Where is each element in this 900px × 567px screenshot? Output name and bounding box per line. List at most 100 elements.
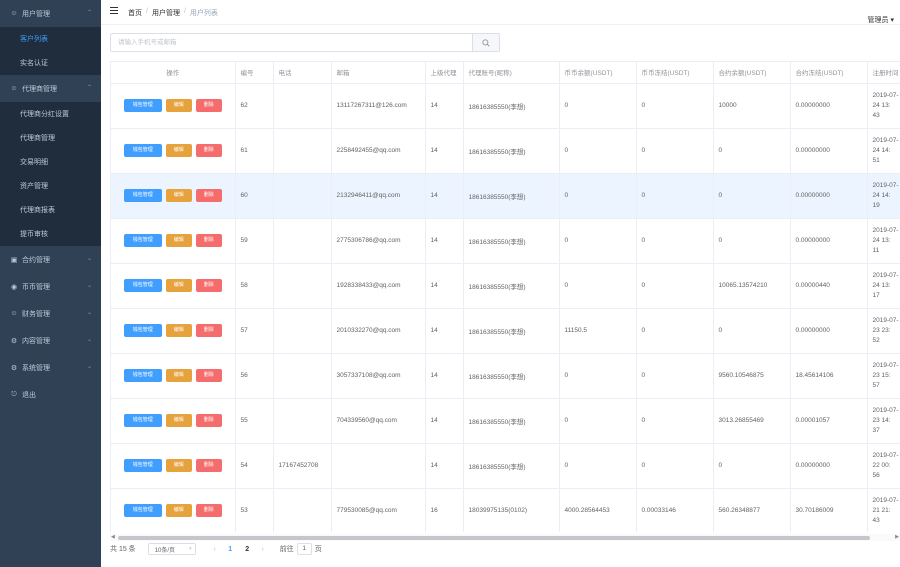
cell-coin-frozen: 0 [636,218,714,264]
scrollbar-thumb[interactable] [118,536,870,540]
sidebar-item-user-management[interactable]: ☺ 用户管理 ⌃ [0,0,101,27]
register-time-line: 56 [872,472,880,479]
wallet-manage-button[interactable]: 钱包管理 [123,324,162,337]
sidebar-item-withdraw-audit[interactable]: 提币审核 [0,222,101,246]
cell-email: 779530085@qq.com [331,488,426,532]
register-time-line: 2019-07- [872,317,899,324]
edit-button[interactable]: 编辑 [165,99,192,112]
wallet-manage-button[interactable]: 钱包管理 [123,414,162,427]
delete-button[interactable]: 删除 [195,279,222,292]
register-time-line: 2019-07- [872,497,899,504]
sidebar-item-trade-detail[interactable]: 交易明细 [0,150,101,174]
sidebar-item-coin-management[interactable]: ◉ 币币管理 ⌄ [0,273,101,300]
edit-button[interactable]: 编辑 [165,189,192,202]
sidebar: ☺ 用户管理 ⌃ 客户列表 实名认证 ☺ 代理商管理 ⌃ 代理商分红设置 代理商… [0,0,101,567]
edit-button[interactable]: 编辑 [165,279,192,292]
breadcrumb-home[interactable]: 首页 [128,8,142,18]
search-input[interactable] [111,34,472,51]
sidebar-item-finance-management[interactable]: ☺ 财务管理 ⌄ [0,300,101,327]
delete-button[interactable]: 删除 [195,369,222,382]
cell-agent-account: 18616385550(李想) [463,173,560,219]
delete-button[interactable]: 删除 [195,189,222,202]
wallet-manage-button[interactable]: 钱包管理 [123,99,162,112]
register-time-line: 2019-07- [872,137,899,144]
wallet-manage-button[interactable]: 钱包管理 [123,369,162,382]
wallet-manage-button[interactable]: 钱包管理 [123,504,162,517]
edit-button[interactable]: 编辑 [165,504,192,517]
register-time-line: 23 14: [872,417,891,424]
wallet-manage-button[interactable]: 钱包管理 [123,279,162,292]
edit-button[interactable]: 编辑 [165,144,192,157]
edit-button[interactable]: 编辑 [165,414,192,427]
sidebar-item-system-management[interactable]: ⚙ 系统管理 ⌄ [0,354,101,381]
table-row: 钱包管理 编辑 删除 55 704339560@qq.com 14 18616385550(… [111,398,900,444]
chevron-down-icon: ⌄ [86,256,92,262]
cell-contract-balance: 10000 [713,83,791,129]
sidebar-item-contract-management[interactable]: ▣ 合约管理 ⌄ [0,246,101,273]
total-count: 共 15 条 [110,546,136,553]
delete-button[interactable]: 删除 [195,414,222,427]
wallet-manage-button[interactable]: 钱包管理 [123,234,162,247]
cell-contract-frozen: 18.45614106 [790,353,868,399]
sidebar-item-customer-list[interactable]: 客户列表 [0,27,101,51]
prev-page-button[interactable]: ‹ [208,546,222,553]
horizontal-scrollbar[interactable]: ◀ ▶ [110,534,900,541]
sidebar-item-real-name-auth[interactable]: 实名认证 [0,51,101,75]
cell-phone [273,128,332,174]
edit-button[interactable]: 编辑 [165,324,192,337]
chevron-up-icon: ⌃ [86,85,92,91]
cell-coin-balance: 0 [559,173,637,219]
cell-contract-balance: 10065.13574210 [713,263,791,309]
delete-button[interactable]: 删除 [195,324,222,337]
next-page-button[interactable]: › [256,546,270,553]
edit-button[interactable]: 编辑 [165,459,192,472]
wallet-manage-button[interactable]: 钱包管理 [123,144,162,157]
search-icon [482,38,490,47]
goto-page-input[interactable]: 1 [296,543,312,555]
delete-button[interactable]: 删除 [195,99,222,112]
cell-coin-frozen: 0 [636,263,714,309]
hamburger-icon[interactable] [110,7,118,14]
sidebar-item-agent-dividend[interactable]: 代理商分红设置 [0,102,101,126]
cell-agent-account: 18616385550(李想) [463,83,560,129]
cell-agent-account: 18616385550(李想) [463,443,560,489]
goto-label: 前往 [279,546,294,553]
delete-button[interactable]: 删除 [195,459,222,472]
edit-button[interactable]: 编辑 [165,369,192,382]
sidebar-item-agent-report[interactable]: 代理商报表 [0,198,101,222]
chevron-down-icon: ⌄ [86,310,92,316]
cell-agent-account: 18616385550(李想) [463,353,560,399]
user-name: 管理员 [867,17,889,24]
wallet-manage-button[interactable]: 钱包管理 [123,459,162,472]
cell-email: 704339560@qq.com [331,398,426,444]
sidebar-item-content-management[interactable]: ⚙ 内容管理 ⌄ [0,327,101,354]
sidebar-item-agent-manage[interactable]: 代理商管理 [0,126,101,150]
cell-agent-account: 18616385550(李想) [463,128,560,174]
cell-contract-frozen: 0.00000000 [790,218,868,264]
breadcrumb-user-management[interactable]: 用户管理 [152,8,180,18]
col-header-contract-frozen: 合约冻结(USDT) [790,62,868,84]
sidebar-item-agent-management[interactable]: ☺ 代理商管理 ⌃ [0,75,101,102]
cell-contract-frozen: 0.00001057 [790,398,868,444]
delete-button[interactable]: 删除 [195,504,222,517]
delete-button[interactable]: 删除 [195,144,222,157]
cell-email [331,443,426,489]
user-menu[interactable]: 管理员 ▾ [868,15,894,25]
cell-contract-balance: 3013.26855469 [713,398,791,444]
sidebar-item-asset-manage[interactable]: 资产管理 [0,174,101,198]
page-size-select[interactable]: 10条/页 ▾ [147,543,196,555]
delete-button[interactable]: 删除 [195,234,222,247]
cell-phone [273,398,332,444]
sidebar-item-logout[interactable]: ⎋ 退出 [0,381,101,408]
cell-id: 53 [235,488,274,532]
search-button[interactable] [472,34,499,51]
scroll-right-icon[interactable]: ▶ [895,534,899,540]
cell-actions: 钱包管理 编辑 删除 [111,443,236,489]
cell-coin-balance: 11150.5 [559,308,637,354]
page-number-1[interactable]: 1 [222,546,239,553]
edit-button[interactable]: 编辑 [165,234,192,247]
wallet-manage-button[interactable]: 钱包管理 [123,189,162,202]
scroll-left-icon[interactable]: ◀ [111,534,115,540]
page-number-2[interactable]: 2 [239,546,256,553]
cell-agent-account: 18616385550(李想) [463,398,560,444]
